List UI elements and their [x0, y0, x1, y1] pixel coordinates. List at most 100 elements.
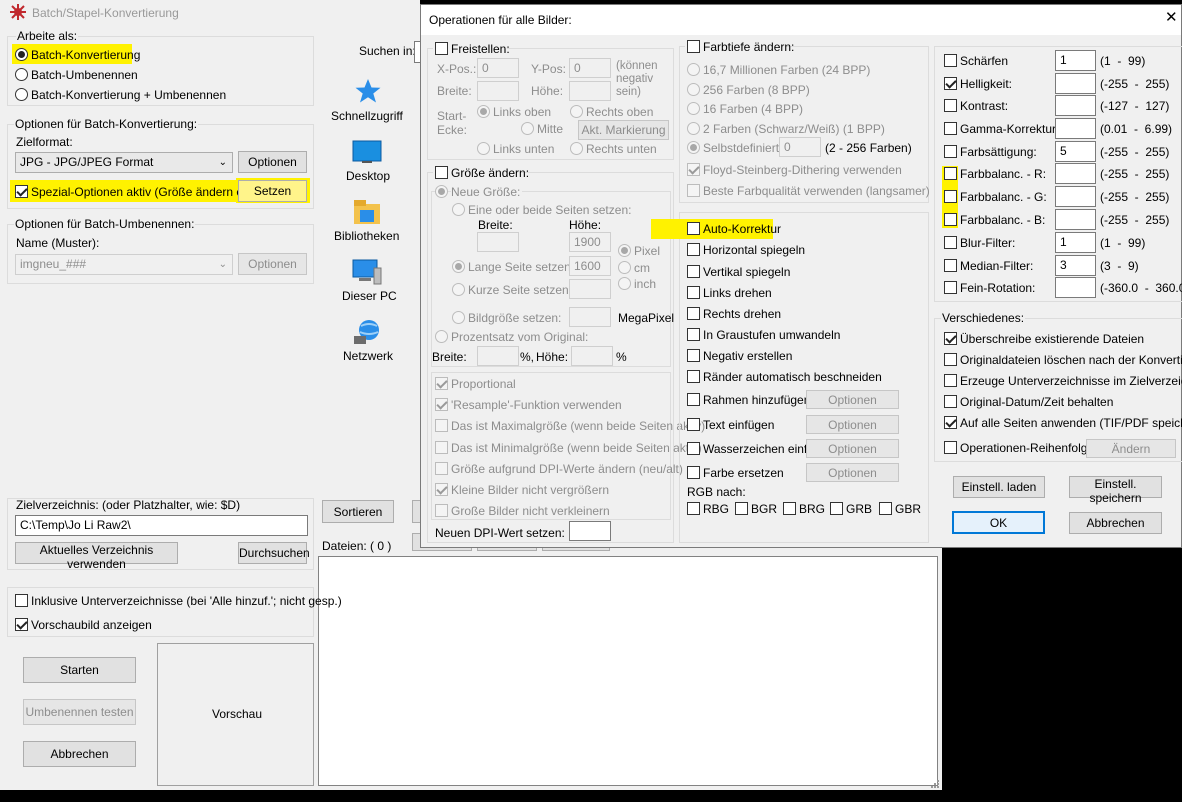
- percent-height-input[interactable]: [571, 346, 613, 366]
- adjust-checkbox-0[interactable]: [944, 54, 957, 67]
- mode-radio-both[interactable]: [15, 88, 28, 101]
- misc-checkbox-1[interactable]: [944, 353, 957, 366]
- auto-correct-checkbox[interactable]: [687, 222, 700, 235]
- adjust-input-9[interactable]: 3: [1055, 255, 1096, 276]
- network-icon[interactable]: [352, 318, 382, 349]
- dither-checkbox[interactable]: [687, 163, 700, 176]
- rgb-grb-checkbox[interactable]: [830, 502, 843, 515]
- place-desktop[interactable]: Desktop: [346, 168, 390, 184]
- quick-access-icon[interactable]: [355, 78, 381, 107]
- resize-grip-icon[interactable]: [930, 778, 940, 788]
- unit-radio-cm[interactable]: [618, 261, 631, 274]
- load-settings-button[interactable]: Einstell. laden: [953, 476, 1045, 498]
- percent-width-input[interactable]: [477, 346, 519, 366]
- set-button[interactable]: Setzen: [238, 180, 307, 202]
- place-network[interactable]: Netzwerk: [343, 348, 393, 364]
- adjust-checkbox-6[interactable]: [944, 190, 957, 203]
- name-pattern-input[interactable]: imgneu_### ⌄: [15, 254, 233, 275]
- unit-radio-inch[interactable]: [618, 277, 631, 290]
- adjust-input-10[interactable]: [1055, 277, 1096, 298]
- rgb-gbr-checkbox[interactable]: [879, 502, 892, 515]
- depth-custom-input[interactable]: 0: [779, 137, 821, 157]
- cancel-button[interactable]: Abbrechen: [23, 741, 136, 767]
- test-rename-button[interactable]: Umbenennen testen: [23, 699, 136, 725]
- rotate-right-checkbox[interactable]: [687, 307, 700, 320]
- depth-radio-1[interactable]: [687, 122, 700, 135]
- adjust-input-0[interactable]: 1: [1055, 50, 1096, 71]
- special-options-checkbox[interactable]: [15, 185, 28, 198]
- adjust-checkbox-4[interactable]: [944, 145, 957, 158]
- text-options-button[interactable]: Optionen: [806, 415, 899, 434]
- place-this-pc[interactable]: Dieser PC: [342, 288, 397, 304]
- place-quick-access[interactable]: Schnellzugriff: [331, 108, 403, 124]
- format-select[interactable]: JPG - JPG/JPEG Format ⌄: [15, 152, 233, 173]
- adjust-input-2[interactable]: [1055, 95, 1096, 116]
- one-or-both-radio[interactable]: [452, 203, 465, 216]
- add-text-checkbox[interactable]: [687, 418, 700, 431]
- proportional-checkbox[interactable]: [435, 377, 448, 390]
- frame-options-button[interactable]: Optionen: [806, 390, 899, 409]
- new-dpi-input[interactable]: [569, 521, 611, 541]
- unit-radio-pixel[interactable]: [618, 244, 631, 257]
- resize-width-input[interactable]: [477, 232, 519, 252]
- adjust-input-3[interactable]: [1055, 118, 1096, 139]
- adjust-checkbox-8[interactable]: [944, 236, 957, 249]
- crop-width-input[interactable]: [477, 81, 519, 101]
- crop-radio-mid[interactable]: [521, 122, 534, 135]
- change-order-button[interactable]: Ändern: [1086, 439, 1176, 458]
- place-libraries[interactable]: Bibliotheken: [334, 228, 399, 244]
- dialog-cancel-button[interactable]: Abbrechen: [1069, 512, 1162, 534]
- long-side-radio[interactable]: [452, 260, 465, 273]
- crop-radio-tr[interactable]: [570, 105, 583, 118]
- misc-checkbox-5[interactable]: [944, 441, 957, 454]
- adjust-input-8[interactable]: 1: [1055, 232, 1096, 253]
- resize-checkbox[interactable]: [435, 166, 448, 179]
- negative-checkbox[interactable]: [687, 349, 700, 362]
- mode-radio-rename[interactable]: [15, 68, 28, 81]
- dpi-resize-checkbox[interactable]: [435, 462, 448, 475]
- desktop-icon[interactable]: [352, 140, 382, 167]
- rgb-brg-checkbox[interactable]: [783, 502, 796, 515]
- save-settings-button[interactable]: Einstell. speichern: [1069, 476, 1162, 505]
- start-button[interactable]: Starten: [23, 657, 136, 683]
- adjust-checkbox-7[interactable]: [944, 213, 957, 226]
- adjust-input-1[interactable]: [1055, 73, 1096, 94]
- depth-radio-4[interactable]: [687, 102, 700, 115]
- adjust-checkbox-2[interactable]: [944, 99, 957, 112]
- watermark-options-button[interactable]: Optionen: [806, 439, 899, 458]
- current-mark-button[interactable]: Akt. Markierung: [578, 120, 669, 140]
- depth-radio-8[interactable]: [687, 83, 700, 96]
- rgb-rbg-checkbox[interactable]: [687, 502, 700, 515]
- replace-color-checkbox[interactable]: [687, 466, 700, 479]
- depth-checkbox[interactable]: [687, 40, 700, 53]
- crop-ypos-input[interactable]: 0: [569, 58, 611, 78]
- use-current-dir-button[interactable]: Aktuelles Verzeichnis verwenden: [15, 542, 178, 571]
- adjust-input-7[interactable]: [1055, 209, 1096, 230]
- show-preview-checkbox[interactable]: [15, 618, 28, 631]
- misc-checkbox-3[interactable]: [944, 395, 957, 408]
- adjust-input-4[interactable]: 5: [1055, 141, 1096, 162]
- crop-height-input[interactable]: [569, 81, 611, 101]
- adjust-checkbox-3[interactable]: [944, 122, 957, 135]
- short-side-radio[interactable]: [452, 283, 465, 296]
- max-size-checkbox[interactable]: [435, 419, 448, 432]
- crop-radio-bl[interactable]: [477, 142, 490, 155]
- watermark-checkbox[interactable]: [687, 442, 700, 455]
- adjust-checkbox-9[interactable]: [944, 259, 957, 272]
- new-size-radio[interactable]: [435, 185, 448, 198]
- trim-borders-checkbox[interactable]: [687, 370, 700, 383]
- target-dir-input[interactable]: C:\Temp\Jo Li Raw2\: [15, 515, 308, 536]
- depth-radio-custom[interactable]: [687, 141, 700, 154]
- adjust-checkbox-1[interactable]: [944, 77, 957, 90]
- imgsize-radio[interactable]: [452, 311, 465, 324]
- no-shrink-checkbox[interactable]: [435, 504, 448, 517]
- grayscale-checkbox[interactable]: [687, 328, 700, 341]
- hflip-checkbox[interactable]: [687, 243, 700, 256]
- min-size-checkbox[interactable]: [435, 441, 448, 454]
- rename-options-button[interactable]: Optionen: [238, 253, 307, 275]
- misc-checkbox-0[interactable]: [944, 332, 957, 345]
- sort-button[interactable]: Sortieren: [322, 500, 394, 523]
- no-enlarge-checkbox[interactable]: [435, 483, 448, 496]
- vflip-checkbox[interactable]: [687, 265, 700, 278]
- include-subdirs-checkbox[interactable]: [15, 594, 28, 607]
